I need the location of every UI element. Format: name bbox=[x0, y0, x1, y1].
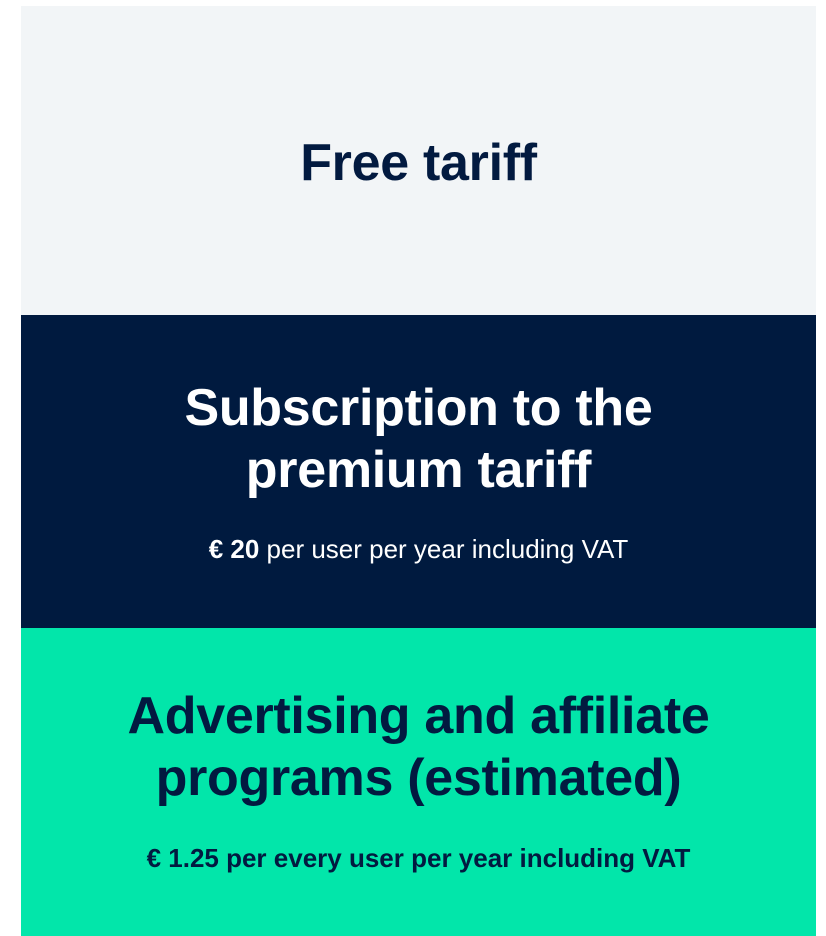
pricing-page: Free tariff Subscription to the premium … bbox=[0, 0, 826, 936]
free-tariff-title-text: Free tariff bbox=[300, 134, 537, 192]
advertising-title-line1: Advertising and affiliate bbox=[127, 687, 710, 745]
free-tariff-panel: Free tariff bbox=[21, 6, 816, 315]
free-tariff-title: Free tariff bbox=[21, 132, 816, 194]
premium-tariff-title: Subscription to the premium tariff bbox=[21, 377, 816, 501]
premium-tariff-price: € 20 per user per year including VAT bbox=[21, 533, 816, 565]
premium-tariff-title-line1: Subscription to the bbox=[184, 379, 653, 437]
advertising-price: € 1.25 per every user per year including… bbox=[146, 843, 691, 873]
advertising-panel: Advertising and affiliate programs (esti… bbox=[21, 628, 816, 936]
advertising-title-line2: programs (estimated) bbox=[155, 749, 682, 807]
premium-tariff-panel: Subscription to the premium tariff € 20 … bbox=[21, 315, 816, 628]
premium-price-amount: € 20 bbox=[208, 534, 260, 564]
advertising-title: Advertising and affiliate programs (esti… bbox=[21, 685, 816, 809]
premium-price-detail: per user per year including VAT bbox=[259, 534, 629, 564]
premium-tariff-title-line2: premium tariff bbox=[245, 441, 592, 499]
